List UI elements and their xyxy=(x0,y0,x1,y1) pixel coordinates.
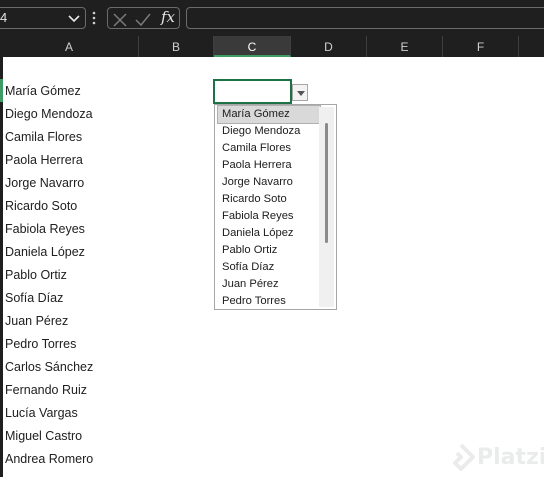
cell-a7[interactable]: Ricardo Soto xyxy=(5,195,77,218)
formula-actions: fx xyxy=(107,7,180,29)
cell-a13[interactable]: Pedro Torres xyxy=(5,333,76,356)
dropdown-item[interactable]: Ricardo Soto xyxy=(222,191,318,208)
watermark-text: Platzi xyxy=(477,445,544,470)
cell-a12[interactable]: Juan Pérez xyxy=(5,310,68,333)
validation-dropdown-list: María Gómez Diego Mendoza Camila Flores … xyxy=(214,104,337,310)
dropdown-item[interactable]: Diego Mendoza xyxy=(222,123,318,140)
column-header-d[interactable]: D xyxy=(291,36,367,57)
cell-a14[interactable]: Carlos Sánchez xyxy=(5,356,93,379)
scrollbar-thumb[interactable] xyxy=(325,123,328,243)
active-cell-c2[interactable] xyxy=(213,79,292,104)
name-box[interactable]: 4 xyxy=(0,7,86,29)
cell-a9[interactable]: Daniela López xyxy=(5,241,85,264)
name-box-value: 4 xyxy=(0,10,8,25)
dropdown-item[interactable]: Pablo Ortiz xyxy=(222,242,318,259)
cell-a3[interactable]: Diego Mendoza xyxy=(5,103,93,126)
dropdown-item[interactable]: Daniela López xyxy=(222,225,318,242)
cell-a15[interactable]: Fernando Ruiz xyxy=(5,379,87,402)
more-options-icon[interactable] xyxy=(92,10,96,29)
enter-check-icon[interactable] xyxy=(135,12,151,31)
dropdown-arrow-icon xyxy=(297,91,305,96)
dropdown-item[interactable]: María Gómez xyxy=(217,105,321,124)
dropdown-item[interactable]: Juan Pérez xyxy=(222,276,318,293)
cell-a8[interactable]: Fabiola Reyes xyxy=(5,218,85,241)
cell-a11[interactable]: Sofía Díaz xyxy=(5,287,63,310)
cell-a10[interactable]: Pablo Ortiz xyxy=(5,264,67,287)
cell-a6[interactable]: Jorge Navarro xyxy=(5,172,84,195)
column-header-g[interactable] xyxy=(519,36,544,57)
cancel-icon[interactable] xyxy=(113,12,127,31)
dropdown-item[interactable]: Camila Flores xyxy=(222,140,318,157)
dropdown-item[interactable]: Pedro Torres xyxy=(222,293,318,310)
column-headers: A B C D E F xyxy=(0,36,544,57)
column-header-a[interactable]: A xyxy=(0,36,139,57)
insert-function-button[interactable]: fx xyxy=(161,8,175,26)
cell-a2[interactable]: María Gómez xyxy=(5,80,81,103)
formula-bar: 4 fx xyxy=(0,0,544,36)
column-header-e[interactable]: E xyxy=(367,36,443,57)
row-header-active xyxy=(0,79,3,102)
platzi-logo-icon xyxy=(447,443,475,477)
cell-a5[interactable]: Paola Herrera xyxy=(5,149,83,172)
dropdown-item[interactable]: Fabiola Reyes xyxy=(222,208,318,225)
dropdown-item[interactable]: Sofía Díaz xyxy=(222,259,318,276)
chevron-down-icon[interactable] xyxy=(68,11,80,30)
column-header-b[interactable]: B xyxy=(139,36,214,57)
column-header-c[interactable]: C xyxy=(214,36,291,57)
dropdown-item[interactable]: Jorge Navarro xyxy=(222,174,318,191)
formula-input[interactable] xyxy=(186,7,544,29)
cell-a16[interactable]: Lucía Vargas xyxy=(5,402,78,425)
dropdown-arrow-button[interactable] xyxy=(292,84,308,101)
cell-a17[interactable]: Miguel Castro xyxy=(5,425,82,448)
cell-a18[interactable]: Andrea Romero xyxy=(5,448,93,471)
row-headers xyxy=(0,57,3,477)
dropdown-scrollbar[interactable] xyxy=(319,107,334,307)
cell-a4[interactable]: Camila Flores xyxy=(5,126,82,149)
column-header-f[interactable]: F xyxy=(443,36,519,57)
dropdown-item[interactable]: Paola Herrera xyxy=(222,157,318,174)
